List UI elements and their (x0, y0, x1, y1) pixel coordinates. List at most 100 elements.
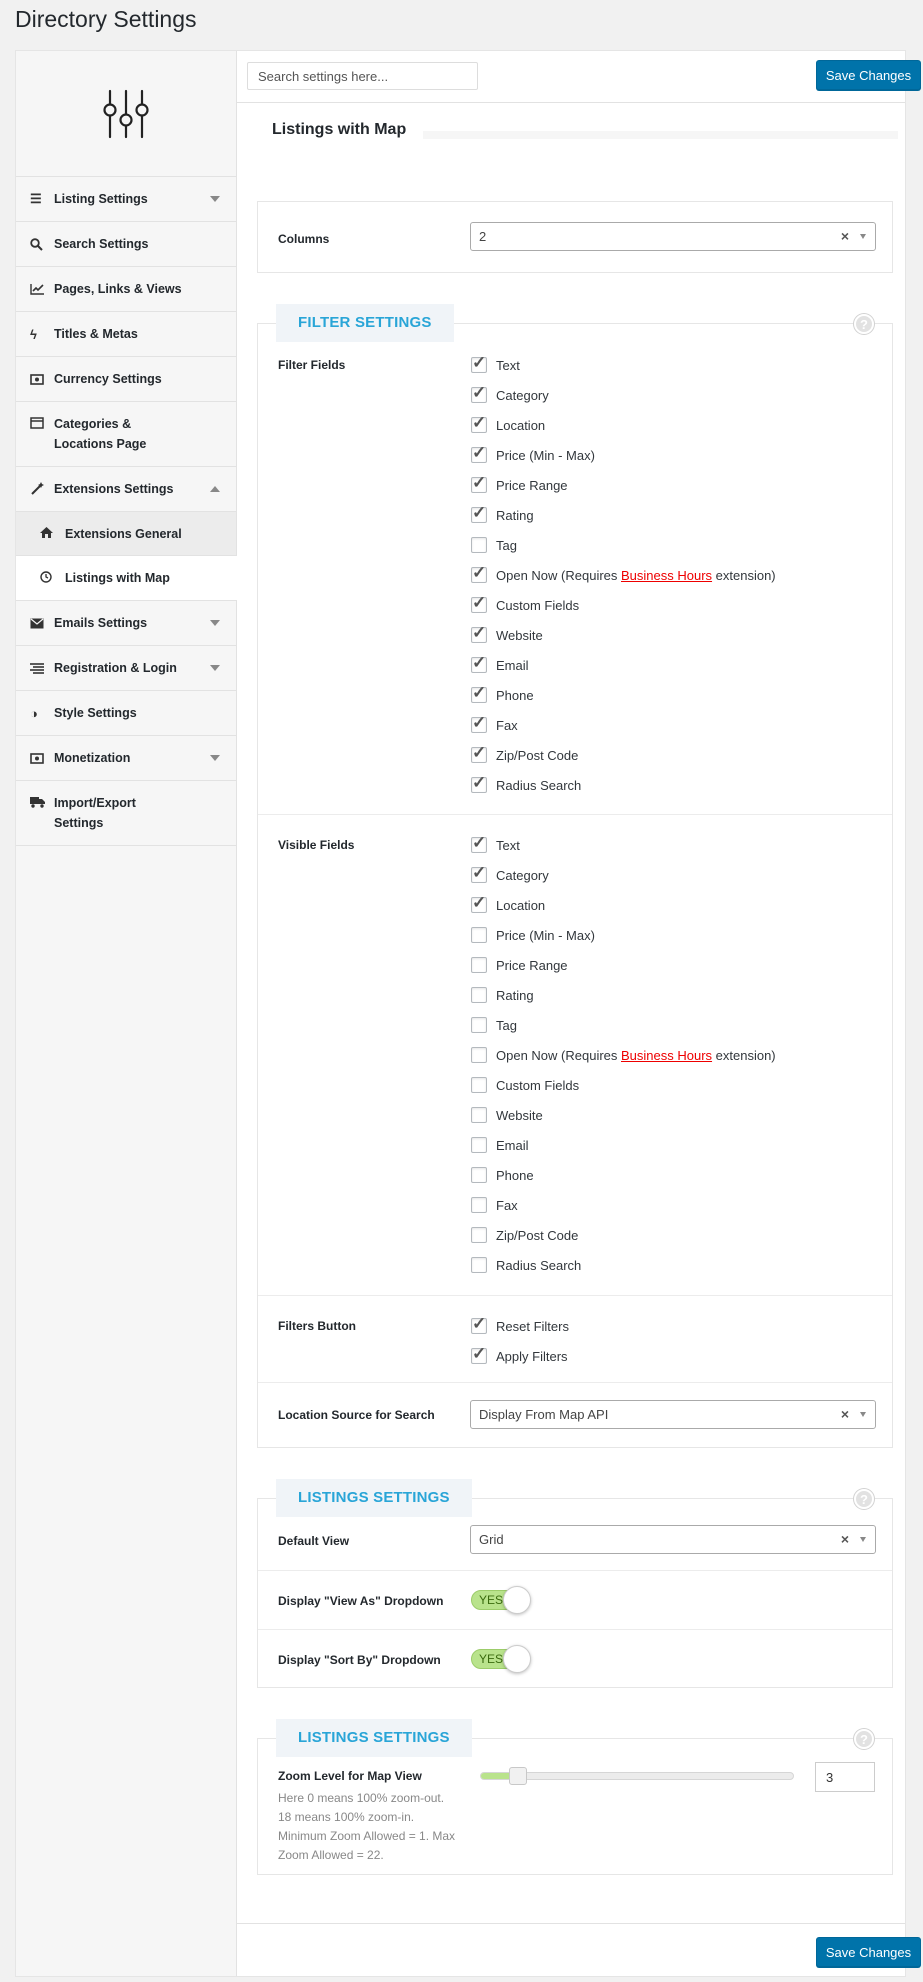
checkbox[interactable] (471, 653, 487, 673)
checkbox-option[interactable]: Apply Filters (471, 1341, 569, 1371)
checkbox[interactable] (471, 353, 487, 373)
checkbox[interactable] (471, 1227, 487, 1243)
sidebar-item-search-settings[interactable]: Search Settings (16, 222, 236, 267)
checkbox-option[interactable]: Radius Search (471, 770, 776, 800)
checkbox[interactable] (471, 713, 487, 733)
checkbox[interactable] (471, 383, 487, 403)
checkbox-option[interactable]: Tag (471, 530, 776, 560)
checkbox[interactable] (471, 1197, 487, 1213)
checkbox[interactable] (471, 927, 487, 943)
checkbox-option[interactable]: Price Range (471, 470, 776, 500)
checkbox-option[interactable]: Location (471, 890, 776, 920)
checkbox-option[interactable]: Fax (471, 710, 776, 740)
checkbox[interactable] (471, 1257, 487, 1273)
business-hours-link[interactable]: Business Hours (621, 568, 712, 583)
checkbox-option[interactable]: Radius Search (471, 1250, 776, 1280)
checkbox-option[interactable]: Price Range (471, 950, 776, 980)
checkbox-option[interactable]: Website (471, 1100, 776, 1130)
sidebar-item-registration-login[interactable]: Registration & Login (16, 646, 236, 691)
checkbox[interactable] (471, 563, 487, 583)
slider-handle[interactable] (509, 1767, 527, 1785)
view-as-toggle[interactable]: YES (471, 1586, 531, 1614)
checkbox[interactable] (471, 623, 487, 643)
search-input[interactable] (247, 62, 478, 90)
checkbox[interactable] (471, 503, 487, 523)
checkbox[interactable] (471, 473, 487, 493)
checkbox[interactable] (471, 893, 487, 913)
location-source-select[interactable]: Display From Map API × (470, 1400, 876, 1429)
checkbox-option[interactable]: Website (471, 620, 776, 650)
checkbox-option[interactable]: Rating (471, 980, 776, 1010)
default-view-row: Default View Grid × (258, 1499, 892, 1571)
checkbox[interactable] (471, 537, 487, 553)
sidebar-item-monetization[interactable]: Monetization (16, 736, 236, 781)
checkbox-option[interactable]: Custom Fields (471, 1070, 776, 1100)
contrast-icon: ◑ (30, 705, 38, 721)
checkbox[interactable] (471, 1344, 487, 1364)
checkbox[interactable] (471, 1137, 487, 1153)
checkbox-option[interactable]: Zip/Post Code (471, 740, 776, 770)
zoom-value-input[interactable] (815, 1762, 875, 1792)
checkbox-label: Price Range (496, 478, 568, 493)
checkbox-option[interactable]: Phone (471, 1160, 776, 1190)
sidebar-item-listing-settings[interactable]: ☰ Listing Settings (16, 177, 236, 222)
checkbox-option[interactable]: Category (471, 380, 776, 410)
sidebar-item-emails-settings[interactable]: Emails Settings (16, 601, 236, 646)
columns-select[interactable]: 2 × (470, 222, 876, 251)
sidebar-item-pages-links-views[interactable]: Pages, Links & Views (16, 267, 236, 312)
checkbox[interactable] (471, 987, 487, 1003)
sidebar-item-categories-locations[interactable]: Categories & Locations Page (16, 402, 236, 467)
checkbox[interactable] (471, 1167, 487, 1183)
sidebar-item-style-settings[interactable]: ◑ Style Settings (16, 691, 236, 736)
sidebar-item-currency-settings[interactable]: Currency Settings (16, 357, 236, 402)
save-button-top[interactable]: Save Changes (816, 60, 921, 90)
checkbox-option[interactable]: Rating (471, 500, 776, 530)
zoom-level-row: Zoom Level for Map View Here 0 means 100… (258, 1739, 892, 1874)
checkbox-option[interactable]: Open Now (Requires Business Hours extens… (471, 1040, 776, 1070)
checkbox[interactable] (471, 743, 487, 763)
checkbox-option[interactable]: Email (471, 650, 776, 680)
checkbox[interactable] (471, 1047, 487, 1063)
zoom-slider[interactable] (480, 1767, 794, 1785)
checkbox-option[interactable]: Location (471, 410, 776, 440)
sidebar-subitem-extensions-general[interactable]: Extensions General (16, 512, 236, 556)
checkbox[interactable] (471, 413, 487, 433)
checkbox-label-text: Price (Min - Max) (496, 447, 595, 463)
checkbox[interactable] (471, 773, 487, 793)
checkbox[interactable] (471, 957, 487, 973)
checkbox[interactable] (471, 1017, 487, 1033)
checkbox-option[interactable]: Tag (471, 1010, 776, 1040)
checkbox[interactable] (471, 593, 487, 613)
clear-icon[interactable]: × (841, 1526, 849, 1553)
checkbox[interactable] (471, 683, 487, 703)
save-button-bottom[interactable]: Save Changes (816, 1937, 921, 1967)
checkbox-option[interactable]: Price (Min - Max) (471, 440, 776, 470)
business-hours-link[interactable]: Business Hours (621, 1048, 712, 1063)
checkbox[interactable] (471, 443, 487, 463)
sidebar-item-extensions-settings[interactable]: Extensions Settings (16, 467, 236, 512)
checkbox-option[interactable]: Open Now (Requires Business Hours extens… (471, 560, 776, 590)
checkbox[interactable] (471, 863, 487, 883)
sidebar-item-titles-metas[interactable]: ϟ Titles & Metas (16, 312, 236, 357)
checkbox-option[interactable]: Email (471, 1130, 776, 1160)
checkbox-label: Website (496, 1108, 543, 1123)
checkbox[interactable] (471, 1077, 487, 1093)
clear-icon[interactable]: × (841, 1401, 849, 1428)
sidebar-item-import-export[interactable]: Import/Export Settings (16, 781, 236, 846)
checkbox-option[interactable]: Custom Fields (471, 590, 776, 620)
checkbox[interactable] (471, 1107, 487, 1123)
checkbox-option[interactable]: Zip/Post Code (471, 1220, 776, 1250)
default-view-select[interactable]: Grid × (470, 1525, 876, 1554)
checkbox-option[interactable]: Price (Min - Max) (471, 920, 776, 950)
checkbox[interactable] (471, 1314, 487, 1334)
checkbox-option[interactable]: Category (471, 860, 776, 890)
checkbox-option[interactable]: Reset Filters (471, 1311, 569, 1341)
checkbox[interactable] (471, 833, 487, 853)
sidebar-subitem-listings-with-map[interactable]: Listings with Map (16, 556, 237, 601)
checkbox-option[interactable]: Text (471, 830, 776, 860)
checkbox-option[interactable]: Fax (471, 1190, 776, 1220)
sort-by-toggle[interactable]: YES (471, 1645, 531, 1673)
checkbox-option[interactable]: Text (471, 350, 776, 380)
clear-icon[interactable]: × (841, 223, 849, 250)
checkbox-option[interactable]: Phone (471, 680, 776, 710)
